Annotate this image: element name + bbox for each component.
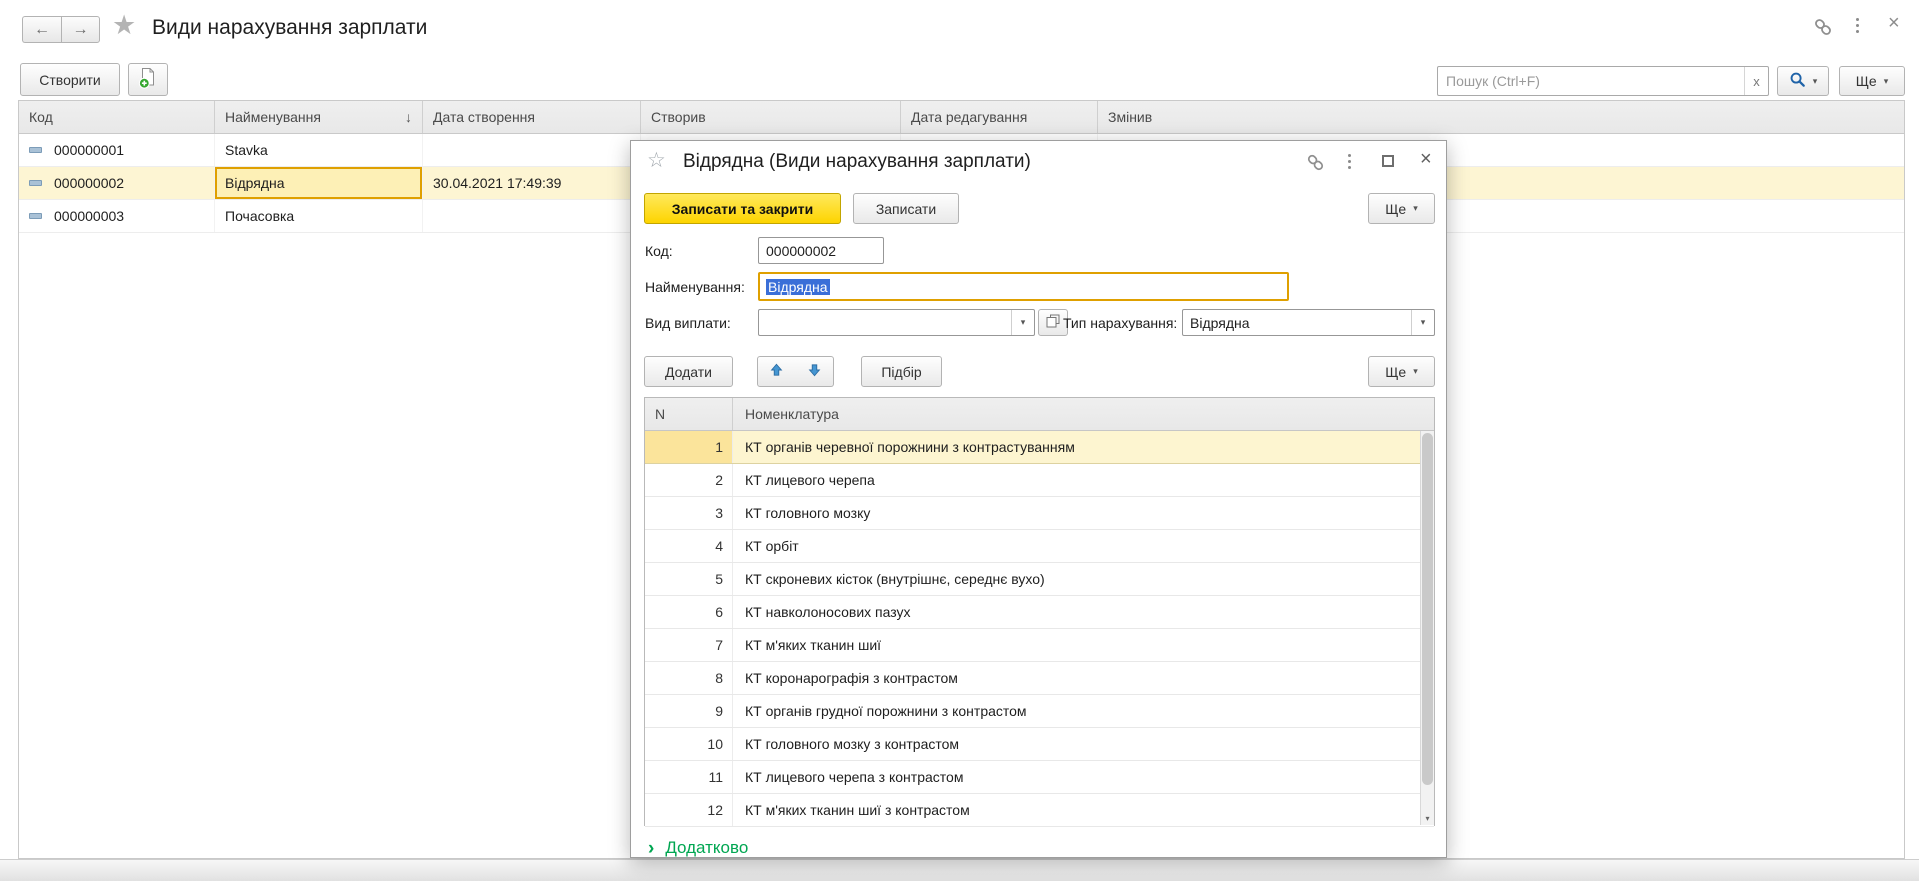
payment-type-label: Вид виплати: <box>645 315 731 331</box>
table-header: N Номенклатура <box>645 398 1434 431</box>
pick-button[interactable]: Підбір <box>861 356 942 387</box>
search-icon <box>1789 71 1806 91</box>
active-cell[interactable]: Відрядна <box>215 167 423 199</box>
table-row[interactable]: 2 КТ лицевого черепа <box>645 464 1434 497</box>
table-row[interactable]: 9 КТ органів грудної порожнини з контрас… <box>645 695 1434 728</box>
scroll-down-icon[interactable]: ▾ <box>1421 811 1434 825</box>
catalog-item-icon <box>29 213 42 219</box>
name-field[interactable]: Відрядна <box>758 272 1289 301</box>
search-clear-icon[interactable]: x <box>1744 67 1768 95</box>
table-more-button[interactable]: Ще ▾ <box>1368 356 1435 387</box>
payment-type-combo[interactable]: ▾ <box>758 309 1035 336</box>
favorite-star-icon[interactable]: ☆ <box>647 150 666 171</box>
selected-text: Відрядна <box>766 279 830 295</box>
dialog-title: Відрядна (Види нарахування зарплати) <box>683 151 1031 173</box>
list-header: Код Найменування ↓ Дата створення Створи… <box>19 101 1904 134</box>
close-icon[interactable]: × <box>1420 149 1432 169</box>
arrow-down-icon <box>807 362 822 381</box>
forward-arrow-icon: → <box>73 21 89 39</box>
code-field[interactable]: 000000002 <box>758 237 884 264</box>
additional-section-link[interactable]: › Додатково <box>648 838 748 858</box>
column-header-editor[interactable]: Змінив <box>1098 101 1904 133</box>
accrual-type-combo[interactable]: Відрядна ▾ <box>1182 309 1435 336</box>
search-box: x <box>1437 66 1769 96</box>
list-more-button[interactable]: Ще ▾ <box>1839 66 1905 96</box>
name-label: Найменування: <box>645 279 745 295</box>
search-input[interactable] <box>1438 67 1744 95</box>
catalog-item-icon <box>29 147 42 153</box>
create-button[interactable]: Створити <box>20 63 120 96</box>
table-row[interactable]: 7 КТ м'яких тканин шиї <box>645 629 1434 662</box>
scrollbar-thumb[interactable] <box>1422 433 1433 785</box>
save-and-close-button[interactable]: Записати та закрити <box>644 193 841 224</box>
vertical-scrollbar[interactable]: ▾ <box>1420 431 1434 825</box>
search-button[interactable]: ▾ <box>1777 66 1829 96</box>
code-label: Код: <box>645 243 673 259</box>
table-row[interactable]: 3 КТ головного мозку <box>645 497 1434 530</box>
page-title: Види нарахування зарплати <box>152 16 427 40</box>
accrual-type-label: Тип нарахування: <box>1063 315 1177 331</box>
copy-document-icon <box>137 66 159 93</box>
nomenclature-table: N Номенклатура 1 КТ органів черевної пор… <box>644 397 1435 826</box>
catalog-item-icon <box>29 180 42 186</box>
table-row[interactable]: 12 КТ м'яких тканин шиї з контрастом <box>645 794 1434 827</box>
favorite-star-icon[interactable]: ★ <box>112 12 136 39</box>
chevron-down-icon[interactable]: ▾ <box>1411 310 1434 335</box>
more-menu-icon[interactable] <box>1348 154 1351 169</box>
table-row[interactable]: 10 КТ головного мозку з контрастом <box>645 728 1434 761</box>
create-by-copy-button[interactable] <box>128 63 168 96</box>
table-row-selected[interactable]: 1 КТ органів черевної порожнини з контра… <box>645 431 1434 464</box>
back-arrow-icon: ← <box>34 21 50 39</box>
column-header-created[interactable]: Дата створення <box>423 101 641 133</box>
sort-descending-icon: ↓ <box>405 109 412 125</box>
accrual-item-dialog: ☆ Відрядна (Види нарахування зарплати) ×… <box>630 140 1447 858</box>
close-icon[interactable]: × <box>1888 13 1900 33</box>
column-header-edited[interactable]: Дата редагування <box>901 101 1098 133</box>
chevron-down-icon[interactable]: ▾ <box>1011 310 1034 335</box>
table-row[interactable]: 8 КТ коронарографія з контрастом <box>645 662 1434 695</box>
chevron-down-icon: ▾ <box>1813 77 1818 86</box>
move-down-button[interactable] <box>795 356 834 387</box>
chevron-down-icon: ▾ <box>1413 367 1418 376</box>
back-button[interactable]: ← <box>22 16 61 43</box>
column-header-name[interactable]: Найменування ↓ <box>215 101 423 133</box>
move-up-button[interactable] <box>757 356 796 387</box>
forward-button[interactable]: → <box>61 16 100 43</box>
more-menu-icon[interactable] <box>1856 18 1859 33</box>
add-row-button[interactable]: Додати <box>644 356 733 387</box>
maximize-icon[interactable] <box>1382 155 1394 167</box>
chevron-down-icon: ▾ <box>1413 204 1418 213</box>
column-header-item[interactable]: Номенклатура <box>733 398 1434 430</box>
dialog-more-button[interactable]: Ще ▾ <box>1368 193 1435 224</box>
horizontal-scrollbar[interactable] <box>0 859 1919 881</box>
column-header-n[interactable]: N <box>645 398 733 430</box>
nav-buttons: ← → <box>22 16 100 43</box>
save-button[interactable]: Записати <box>853 193 959 224</box>
column-header-code[interactable]: Код <box>19 101 215 133</box>
column-header-author[interactable]: Створив <box>641 101 901 133</box>
table-row[interactable]: 6 КТ навколоносових пазух <box>645 596 1434 629</box>
arrow-up-icon <box>769 362 784 381</box>
table-row[interactable]: 4 КТ орбіт <box>645 530 1434 563</box>
table-row[interactable]: 11 КТ лицевого черепа з контрастом <box>645 761 1434 794</box>
chevron-down-icon: ▾ <box>1884 77 1889 86</box>
chevron-right-icon: › <box>648 839 654 858</box>
table-row[interactable]: 5 КТ скроневих кісток (внутрішнє, середн… <box>645 563 1434 596</box>
choose-from-list-icon <box>1046 314 1060 331</box>
link-icon[interactable] <box>1305 152 1326 176</box>
link-icon[interactable] <box>1812 16 1834 41</box>
